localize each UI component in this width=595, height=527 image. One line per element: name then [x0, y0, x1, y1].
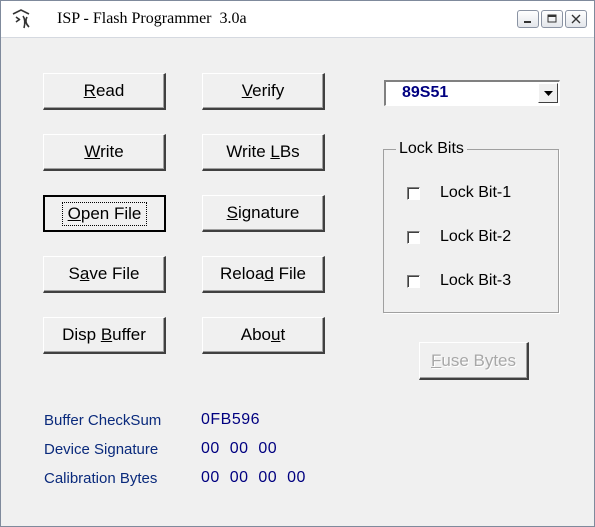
write-label: Write	[84, 142, 124, 161]
read-button[interactable]: Read	[43, 73, 166, 110]
signature-label: Signature	[226, 203, 300, 222]
device-select[interactable]: 89S51	[384, 80, 560, 106]
calibration-bytes-label: Calibration Bytes	[44, 470, 158, 487]
maximize-button[interactable]	[541, 10, 563, 28]
lock-bit-1-label: Lock Bit-1	[440, 184, 512, 201]
open-file-label: Open File	[61, 201, 148, 226]
close-button[interactable]	[565, 10, 587, 28]
device-signature-value: 00 00 00	[201, 440, 278, 457]
lock-bits-label: Lock Bits	[396, 140, 467, 158]
title-bar[interactable]: ISP - Flash Programmer 3.0a	[1, 1, 594, 38]
lock-bit-2-label: Lock Bit-2	[440, 228, 512, 245]
chevron-down-icon	[544, 91, 553, 96]
about-label: About	[240, 325, 286, 344]
checkbox-box[interactable]	[407, 230, 420, 244]
disp-buffer-button[interactable]: Disp Buffer	[43, 317, 166, 354]
write-button[interactable]: Write	[43, 134, 166, 171]
fuse-bytes-button[interactable]: Fuse Bytes	[419, 342, 529, 380]
maximize-icon	[547, 14, 557, 23]
lock-bit-3-checkbox[interactable]: Lock Bit-3	[407, 271, 511, 291]
read-label: Read	[83, 81, 125, 100]
device-signature-label: Device Signature	[44, 441, 159, 458]
verify-label: Verify	[241, 81, 285, 100]
save-file-button[interactable]: Save File	[43, 256, 166, 293]
write-lbs-label: Write LBs	[226, 142, 300, 161]
minimize-icon	[524, 21, 531, 23]
minimize-button[interactable]	[517, 10, 539, 28]
open-file-button[interactable]: Open File	[43, 195, 166, 232]
reload-file-button[interactable]: Reload File	[202, 256, 325, 293]
window-title: ISP - Flash Programmer 3.0a	[57, 10, 247, 27]
lock-bit-3-label: Lock Bit-3	[440, 272, 512, 289]
buffer-checksum-label: Buffer CheckSum	[44, 412, 162, 429]
disp-buffer-label: Disp Buffer	[62, 325, 146, 344]
write-lbs-button[interactable]: Write LBs	[202, 134, 325, 171]
device-select-dropdown-button[interactable]	[538, 83, 558, 103]
save-file-label: Save File	[68, 264, 140, 283]
device-select-value: 89S51	[402, 84, 449, 101]
checkbox-box[interactable]	[407, 186, 420, 200]
lock-bit-2-checkbox[interactable]: Lock Bit-2	[407, 227, 511, 247]
checkbox-box[interactable]	[407, 274, 420, 288]
buffer-checksum-value: 0FB596	[201, 411, 261, 428]
lock-bit-1-checkbox[interactable]: Lock Bit-1	[407, 183, 511, 203]
verify-button[interactable]: Verify	[202, 73, 325, 110]
signature-button[interactable]: Signature	[202, 195, 325, 232]
about-button[interactable]: About	[202, 317, 325, 354]
chinese-character-icon[interactable]	[10, 8, 32, 30]
close-icon	[571, 14, 581, 24]
calibration-bytes-value: 00 00 00 00	[201, 469, 306, 486]
main-window: ISP - Flash Programmer 3.0a Read Verify …	[0, 0, 595, 527]
reload-file-label: Reload File	[219, 264, 306, 283]
fuse-bytes-label: Fuse Bytes	[430, 350, 517, 370]
